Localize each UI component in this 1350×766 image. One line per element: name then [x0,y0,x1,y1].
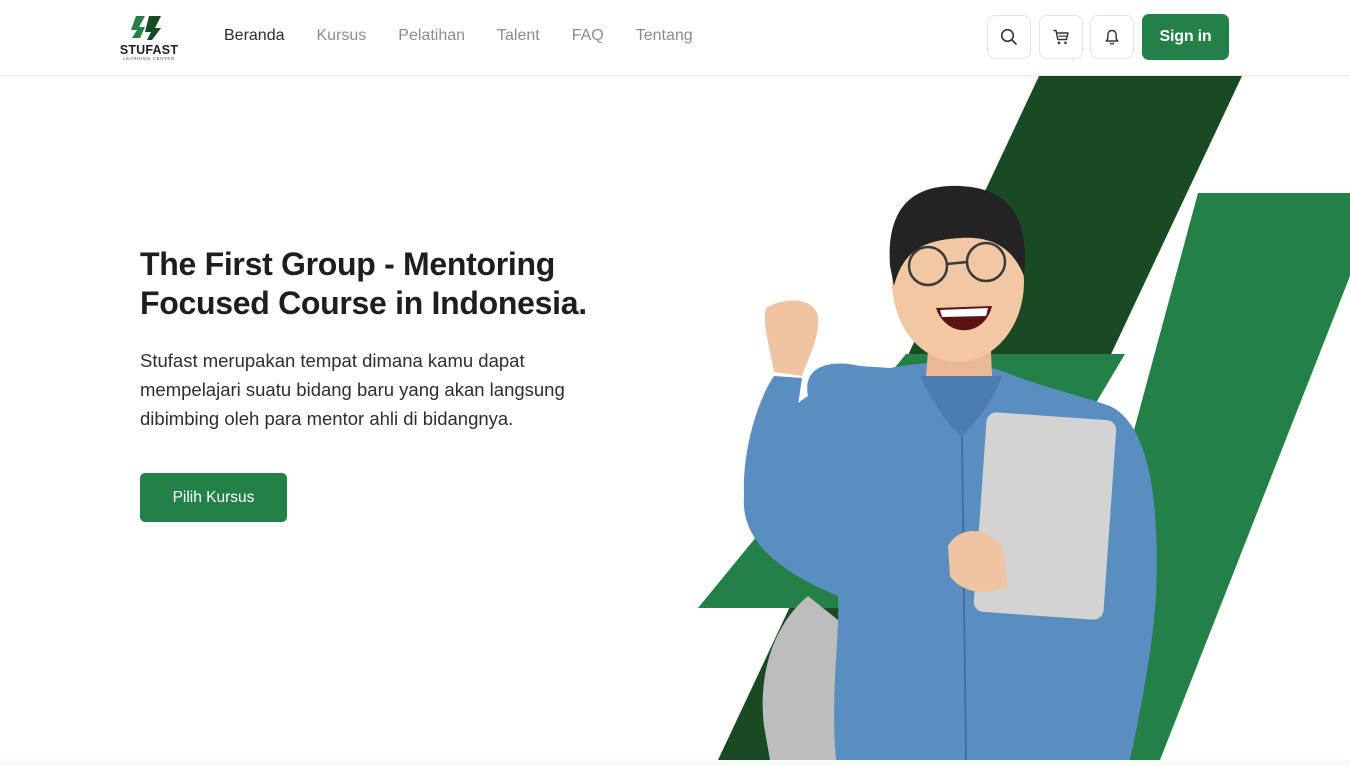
hero-title-line-2: Focused Course in Indonesia. [140,285,587,321]
bottom-strip [0,760,1350,766]
hero-student-image [698,76,1350,760]
top-navbar: STUFAST LEARNING CENTER Beranda Kursus P… [0,0,1350,76]
hero-illustration [690,76,1350,760]
nav-faq[interactable]: FAQ [572,27,604,45]
notification-button[interactable] [1090,15,1134,59]
hero-description-line-3: dibimbing oleh para mentor ahli di bidan… [140,408,514,429]
cart-button[interactable] [1039,15,1083,59]
search-icon [1000,28,1017,45]
choose-course-button[interactable]: Pilih Kursus [140,473,287,522]
nav-beranda[interactable]: Beranda [224,27,285,45]
cart-icon [1053,29,1069,45]
hero-title-line-1: The First Group - Mentoring [140,246,555,282]
hero-description: Stufast merupakan tempat dimana kamu dap… [140,346,620,433]
logo-name: STUFAST [119,43,179,57]
logo-tagline: LEARNING CENTER [123,56,175,61]
raised-fist [764,300,819,376]
search-button[interactable] [987,15,1031,59]
nav-pelatihan[interactable]: Pelatihan [398,27,465,45]
stufast-logo[interactable]: STUFAST LEARNING CENTER [118,14,180,62]
hero-description-line-1: Stufast merupakan tempat dimana kamu dap… [140,350,525,371]
hero-description-line-2: mempelajari suatu bidang baru yang akan … [140,379,565,400]
main-nav: Beranda Kursus Pelatihan Talent FAQ Tent… [224,27,693,45]
signin-button[interactable]: Sign in [1142,14,1229,60]
nav-kursus[interactable]: Kursus [317,27,367,45]
nav-tentang[interactable]: Tentang [636,27,693,45]
nav-talent[interactable]: Talent [497,27,540,45]
logo-mark-icon [131,16,161,40]
hero-title: The First Group - Mentoring Focused Cour… [140,245,660,323]
bell-icon [1105,29,1119,45]
